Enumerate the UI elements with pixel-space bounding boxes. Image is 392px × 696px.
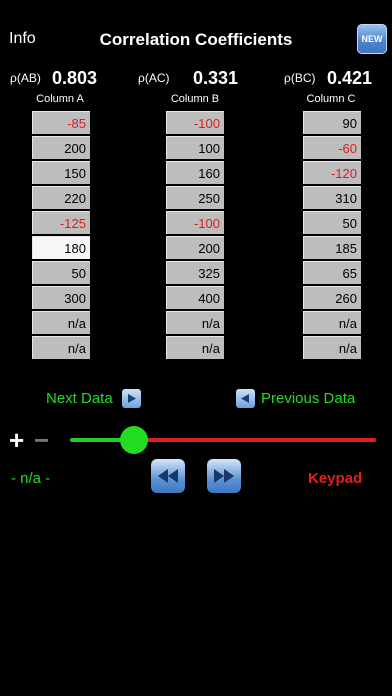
play-left-icon [241, 394, 249, 403]
data-cell[interactable]: 260 [303, 286, 361, 309]
rho-ac-label: ρ(AC) [138, 71, 170, 85]
slider-track-remaining[interactable] [134, 438, 376, 442]
data-cell[interactable]: n/a [32, 336, 90, 359]
rho-ab-label: ρ(AB) [10, 71, 41, 85]
data-cell[interactable]: 400 [166, 286, 224, 309]
data-cell[interactable]: 200 [32, 136, 90, 159]
slider-thumb[interactable] [120, 426, 149, 454]
column-b: -100 100 160 250 -100 200 325 400 n/a n/a [166, 111, 224, 361]
data-cell[interactable]: 50 [32, 261, 90, 284]
rho-ab-value: 0.803 [52, 68, 98, 88]
fast-forward-button[interactable] [207, 459, 241, 493]
data-cell[interactable]: -125 [32, 211, 90, 234]
data-cell[interactable]: -120 [303, 161, 361, 184]
column-a: -85 200 150 220 -125 180 50 300 n/a n/a [32, 111, 90, 361]
rho-bc-label: ρ(BC) [284, 71, 316, 85]
status-text: - n/a - [11, 470, 51, 487]
previous-data-label[interactable]: Previous Data [261, 390, 355, 407]
rho-bc-value: 0.421 [327, 68, 373, 88]
data-cell[interactable]: 65 [303, 261, 361, 284]
data-cell[interactable]: n/a [166, 311, 224, 334]
data-cell[interactable]: 180 [32, 236, 90, 259]
data-cell[interactable]: 160 [166, 161, 224, 184]
data-cell[interactable]: 150 [32, 161, 90, 184]
data-cell[interactable]: 220 [32, 186, 90, 209]
column-b-header: Column B [170, 93, 220, 105]
plus-button[interactable]: + [9, 427, 24, 453]
rewind-icon [158, 469, 178, 483]
data-cell[interactable]: -100 [166, 111, 224, 134]
data-cell[interactable]: n/a [32, 311, 90, 334]
data-cell[interactable]: 50 [303, 211, 361, 234]
data-cell[interactable]: 90 [303, 111, 361, 134]
new-button[interactable]: NEW [357, 24, 387, 54]
data-cell[interactable]: n/a [303, 336, 361, 359]
data-cell[interactable]: 300 [32, 286, 90, 309]
data-cell[interactable]: 250 [166, 186, 224, 209]
data-cell[interactable]: -85 [32, 111, 90, 134]
data-cell[interactable]: -60 [303, 136, 361, 159]
data-cell[interactable]: 100 [166, 136, 224, 159]
column-a-header: Column A [36, 93, 84, 105]
page-title: Correlation Coefficients [99, 30, 293, 49]
data-cell[interactable]: 310 [303, 186, 361, 209]
next-data-label[interactable]: Next Data [46, 390, 113, 407]
data-cell[interactable]: 200 [166, 236, 224, 259]
data-cell[interactable]: n/a [166, 336, 224, 359]
data-cell[interactable]: 185 [303, 236, 361, 259]
previous-data-button[interactable] [236, 389, 255, 408]
fast-forward-icon [214, 469, 234, 483]
data-cell[interactable]: -100 [166, 211, 224, 234]
next-data-button[interactable] [122, 389, 141, 408]
column-c: 90 -60 -120 310 50 185 65 260 n/a n/a [303, 111, 361, 361]
column-c-header: Column C [306, 93, 356, 105]
keypad-button[interactable]: Keypad [308, 470, 362, 487]
data-cell[interactable]: n/a [303, 311, 361, 334]
play-right-icon [128, 394, 136, 403]
rewind-button[interactable] [151, 459, 185, 493]
minus-button[interactable]: − [34, 427, 49, 453]
rho-ac-value: 0.331 [193, 68, 239, 88]
data-cell[interactable]: 325 [166, 261, 224, 284]
